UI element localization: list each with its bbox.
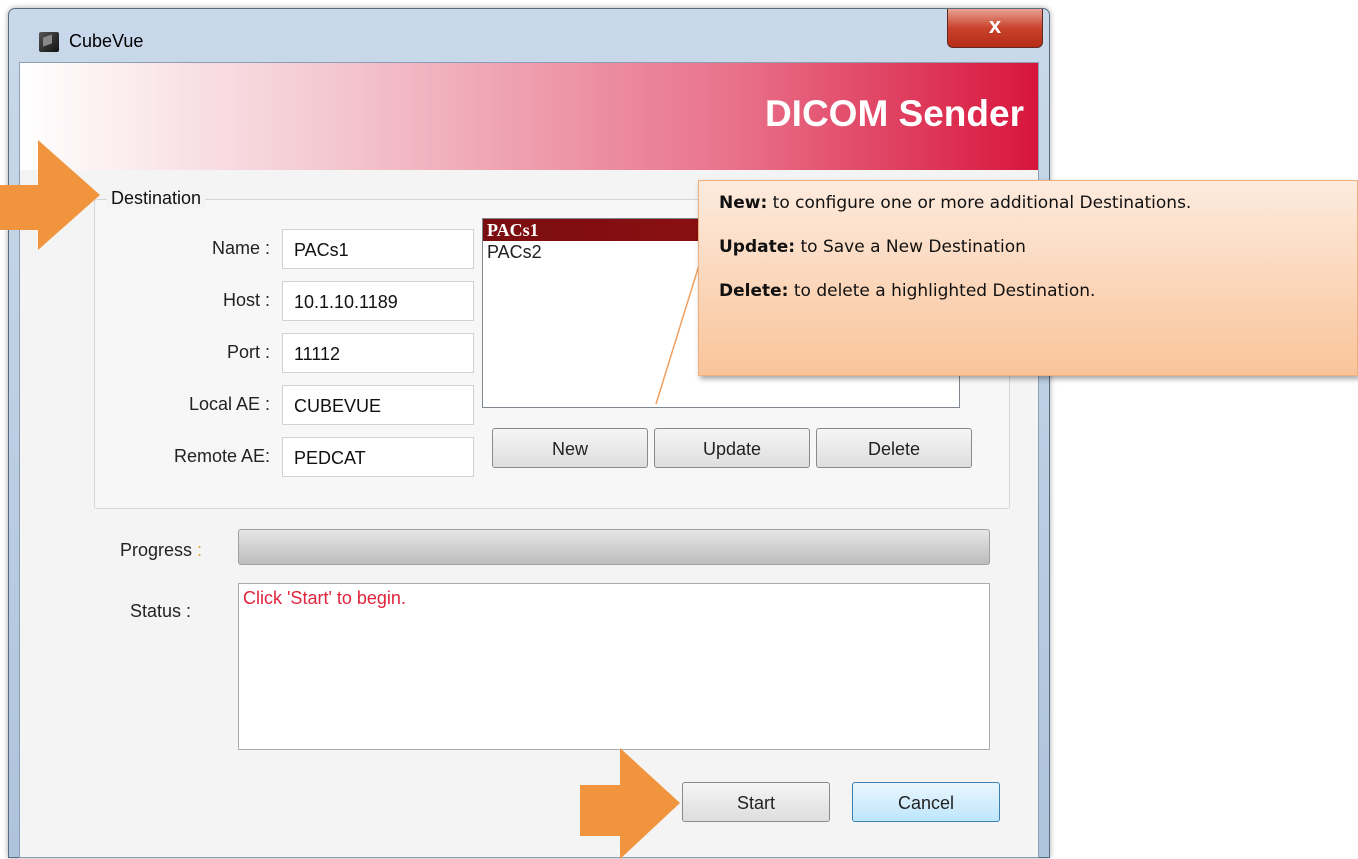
cancel-button[interactable]: Cancel xyxy=(852,782,1000,822)
title-bar[interactable]: CubeVue x xyxy=(9,9,1049,59)
new-button[interactable]: New xyxy=(492,428,648,468)
port-label: Port : xyxy=(226,342,270,362)
help-callout: New: to configure one or more additional… xyxy=(698,180,1358,376)
progress-bar xyxy=(238,529,990,565)
callout-line-update: Update: to Save a New Destination xyxy=(719,237,1357,257)
remote-ae-input[interactable]: PEDCAT xyxy=(282,437,474,477)
destination-legend: Destination xyxy=(107,188,206,209)
progress-colon: : xyxy=(192,540,203,560)
callout-text: to delete a highlighted Destination. xyxy=(788,281,1096,301)
callout-key: Update: xyxy=(719,237,796,257)
window-title: CubeVue xyxy=(69,31,144,51)
local-ae-input[interactable]: CUBEVUE xyxy=(282,385,474,425)
callout-line-new: New: to configure one or more additional… xyxy=(719,193,1357,213)
start-arrow-icon xyxy=(580,748,680,859)
destination-arrow-icon xyxy=(0,140,100,250)
host-label: Host : xyxy=(222,290,270,310)
close-button[interactable]: x xyxy=(947,9,1043,48)
callout-line-delete: Delete: to delete a highlighted Destinat… xyxy=(719,281,1357,301)
progress-label: Progress : xyxy=(120,540,202,561)
port-input[interactable]: 11112 xyxy=(282,333,474,373)
name-input[interactable]: PACs1 xyxy=(282,229,474,269)
callout-text: to configure one or more additional Dest… xyxy=(767,193,1192,213)
callout-key: New: xyxy=(719,193,768,213)
host-input[interactable]: 10.1.10.1189 xyxy=(282,281,474,321)
update-button[interactable]: Update xyxy=(654,428,810,468)
progress-label-text: Progress xyxy=(120,540,193,560)
cube-app-icon xyxy=(39,32,59,52)
callout-text: to Save a New Destination xyxy=(795,237,1026,257)
delete-button[interactable]: Delete xyxy=(816,428,972,468)
header-banner: DICOM Sender xyxy=(20,63,1038,170)
status-textbox[interactable]: Click 'Start' to begin. xyxy=(238,583,990,750)
status-label: Status : xyxy=(130,601,192,621)
banner-title: DICOM Sender xyxy=(764,93,1024,134)
name-label: Name : xyxy=(211,238,270,258)
callout-key: Delete: xyxy=(719,281,789,301)
remote-ae-label: Remote AE: xyxy=(173,446,270,466)
start-button[interactable]: Start xyxy=(682,782,830,822)
local-ae-label: Local AE : xyxy=(188,394,270,414)
